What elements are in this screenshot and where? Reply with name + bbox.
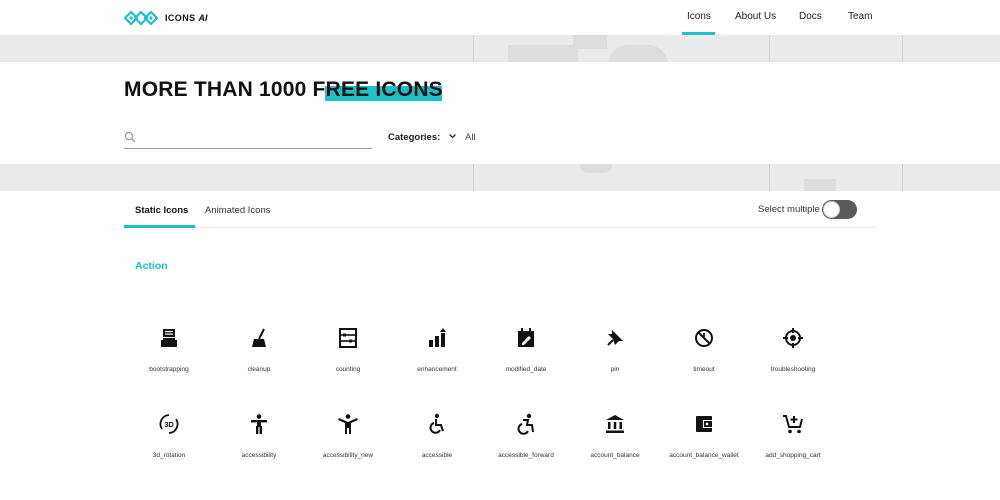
tab-active-indicator xyxy=(124,225,195,228)
icon-label: account_balance_wallet xyxy=(669,452,739,459)
icon-label: bootstrapping xyxy=(149,366,189,373)
logo-suffix: AI xyxy=(198,13,208,23)
tab-static-icons[interactable]: Static Icons xyxy=(135,205,188,216)
search-icon xyxy=(124,131,136,143)
icon-card-3d-rotation[interactable]: 3D 3d_rotation xyxy=(124,413,214,473)
logo-text: ICONS xyxy=(165,13,196,23)
icon-card-account-balance[interactable]: account_balance xyxy=(570,413,660,473)
decor-shape xyxy=(573,35,607,49)
icon-label: counting xyxy=(335,366,361,373)
cleanup-icon xyxy=(248,327,270,349)
nav-link-icons[interactable]: Icons xyxy=(687,11,711,22)
search-input[interactable] xyxy=(140,129,368,146)
icon-label: account_balance xyxy=(590,452,640,459)
icon-label: modified_date xyxy=(505,366,547,373)
logo[interactable]: ICONS AI xyxy=(124,9,208,27)
icon-label: accessible_forward xyxy=(498,452,554,459)
icon-label: enhancement xyxy=(417,366,457,373)
icon-card-cleanup[interactable]: cleanup xyxy=(214,327,304,387)
icon-label: accessibility_new xyxy=(322,452,374,459)
chevron-down-icon[interactable] xyxy=(448,130,457,142)
select-multiple-toggle[interactable] xyxy=(822,200,857,219)
icon-card-accessible-forward[interactable]: accessible_forward xyxy=(481,413,571,473)
troubleshooting-icon xyxy=(782,327,804,349)
hero-background xyxy=(0,35,1000,191)
counting-icon xyxy=(337,327,359,349)
decor-shape xyxy=(580,163,612,173)
select-multiple-label: Select multiple xyxy=(758,204,820,215)
section-title: Action xyxy=(135,260,168,272)
icon-label: accessible xyxy=(421,452,453,459)
accessible-forward-icon xyxy=(515,413,537,435)
account-balance-wallet-icon xyxy=(693,413,715,435)
account-balance-icon xyxy=(604,413,626,435)
icon-card-bootstrapping[interactable]: bootstrapping xyxy=(124,327,214,387)
page-title: MORE THAN 1000 FREE ICONS xyxy=(124,78,443,101)
toggle-knob xyxy=(823,201,840,218)
icon-card-modified-date[interactable]: modified_date xyxy=(481,327,571,387)
icon-card-accessible[interactable]: accessible xyxy=(392,413,482,473)
nav-link-docs[interactable]: Docs xyxy=(799,11,822,22)
nav-link-about-us[interactable]: About Us xyxy=(735,11,776,22)
decor-shape xyxy=(804,179,836,191)
logo-mark-icon xyxy=(124,11,159,25)
icon-label: cleanup xyxy=(247,366,271,373)
icon-label: pin xyxy=(610,366,620,373)
icon-card-pin[interactable]: pin xyxy=(570,327,660,387)
icon-card-timeout[interactable]: timeout xyxy=(659,327,749,387)
3d-rotation-icon: 3D xyxy=(158,413,180,435)
nav-link-team[interactable]: Team xyxy=(848,11,872,22)
pin-icon xyxy=(604,327,626,349)
timeout-icon xyxy=(693,327,715,349)
categories-label: Categories: xyxy=(388,132,441,143)
tab-animated-icons[interactable]: Animated Icons xyxy=(205,205,270,216)
categories-select[interactable]: All xyxy=(465,132,476,143)
accessible-icon xyxy=(426,413,448,435)
modified-date-icon xyxy=(515,327,537,349)
add-shopping-cart-icon xyxy=(782,413,804,435)
icon-label: timeout xyxy=(693,366,715,373)
accessibility-icon xyxy=(248,413,270,435)
icon-card-accessibility-new[interactable]: accessibility_new xyxy=(303,413,393,473)
bootstrapping-icon xyxy=(158,327,180,349)
icon-card-account-balance-wallet[interactable]: account_balance_wallet xyxy=(659,413,749,473)
search-box[interactable] xyxy=(124,128,372,149)
icon-label: troubleshooting xyxy=(770,366,816,373)
icon-card-counting[interactable]: counting xyxy=(303,327,393,387)
icon-card-add-shopping-cart[interactable]: add_shopping_cart xyxy=(748,413,838,473)
enhancement-icon xyxy=(426,327,448,349)
icon-label: accessibility xyxy=(241,452,277,459)
icon-label: add_shopping_cart xyxy=(765,452,821,459)
tabs-divider xyxy=(124,227,876,228)
accessibility-new-icon xyxy=(337,413,359,435)
icon-card-troubleshooting[interactable]: troubleshooting xyxy=(748,327,838,387)
icon-card-enhancement[interactable]: enhancement xyxy=(392,327,482,387)
icon-label: 3d_rotation xyxy=(152,452,186,459)
icon-card-accessibility[interactable]: accessibility xyxy=(214,413,304,473)
top-nav: ICONS AI Icons About Us Docs Team xyxy=(0,0,1000,35)
svg-text:3D: 3D xyxy=(164,420,174,429)
